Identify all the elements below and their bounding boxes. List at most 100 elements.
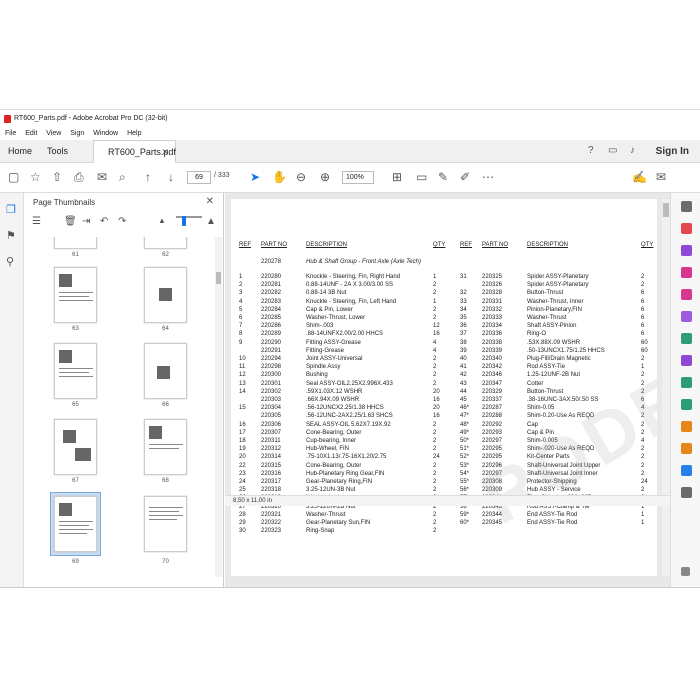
next-page-icon[interactable]: ↓ bbox=[168, 170, 174, 184]
page-fit-icon[interactable]: ⊞ bbox=[392, 170, 402, 184]
delete-page-icon[interactable]: 🗑 bbox=[64, 216, 77, 227]
options-menu-icon[interactable]: ☰ bbox=[32, 216, 41, 227]
left-row-24-part: 220316 bbox=[261, 470, 282, 477]
chat-icon[interactable]: ▭ bbox=[608, 145, 617, 156]
right-row-7-part: 220336 bbox=[482, 331, 503, 338]
thumbnail-65[interactable] bbox=[54, 343, 97, 399]
upload-icon[interactable]: ⇧ bbox=[52, 170, 62, 184]
more-tools-icon[interactable]: ⋯ bbox=[482, 170, 494, 184]
redo-icon[interactable]: ↷ bbox=[118, 216, 126, 227]
search-tool-icon[interactable] bbox=[681, 201, 692, 212]
redact-icon[interactable] bbox=[681, 355, 692, 366]
comment-tool-icon[interactable] bbox=[681, 289, 692, 300]
prev-page-icon[interactable]: ↑ bbox=[145, 170, 151, 184]
extract-page-icon[interactable]: ⇥ bbox=[82, 216, 90, 227]
right-row-22-ref: 52* bbox=[460, 454, 470, 461]
left-row-12-part: 220300 bbox=[261, 372, 282, 379]
bell-icon[interactable]: ♪ bbox=[630, 145, 635, 156]
sign-icon[interactable]: ✍ bbox=[632, 170, 647, 184]
thumbnail-64[interactable] bbox=[144, 267, 187, 323]
zoom-in-icon[interactable]: ⊕ bbox=[320, 170, 330, 184]
bookmark-icon[interactable]: ⚑ bbox=[6, 229, 16, 242]
thumbnail-63[interactable] bbox=[54, 267, 97, 323]
thumbnail-68[interactable] bbox=[144, 419, 187, 475]
left-row-20-desc: Cup-bearing, Inner bbox=[306, 438, 357, 444]
menu-edit[interactable]: Edit bbox=[25, 130, 37, 137]
right-row-0-ref: 31 bbox=[460, 274, 467, 280]
thumbnail-70[interactable] bbox=[144, 496, 187, 552]
right-row-15-ref: 45 bbox=[460, 397, 467, 403]
thumbnail-62[interactable] bbox=[144, 237, 187, 249]
combine-files-icon[interactable] bbox=[681, 311, 692, 322]
tab-home[interactable]: Home bbox=[8, 140, 32, 163]
zoom-level-select[interactable]: 100% bbox=[342, 171, 374, 184]
menu-view[interactable]: View bbox=[46, 130, 61, 137]
document-scrollbar-thumb[interactable] bbox=[663, 203, 669, 217]
pen-icon[interactable]: ✎ bbox=[438, 170, 448, 184]
star-icon[interactable]: ☆ bbox=[30, 170, 41, 184]
left-row-9-qty: 4 bbox=[433, 347, 437, 354]
export-pdf-icon[interactable] bbox=[681, 223, 692, 234]
menu-window[interactable]: Window bbox=[93, 130, 118, 137]
right-row-23-desc: Shaft-Universal Joint Upper bbox=[527, 462, 601, 469]
save-icon[interactable]: ▢ bbox=[8, 170, 19, 184]
right-row-5-ref: 35 bbox=[460, 315, 467, 321]
thumbnail-69[interactable] bbox=[54, 496, 97, 552]
zoom-out-icon[interactable]: ⊖ bbox=[296, 170, 306, 184]
left-row-21-qty: 2 bbox=[433, 446, 437, 453]
left-row-14-desc: .59X1.03X.12 WSHR bbox=[306, 388, 363, 395]
close-panel-icon[interactable]: ✕ bbox=[206, 196, 214, 207]
tab-document[interactable]: RT600_Parts.pdf ✕ bbox=[93, 140, 176, 163]
help-icon[interactable]: ? bbox=[588, 145, 594, 156]
thumbnail-size-slider-knob[interactable] bbox=[182, 216, 186, 226]
right-row-10-part: 220340 bbox=[482, 356, 503, 362]
thumbnail-scrollbar-thumb[interactable] bbox=[216, 272, 221, 284]
undo-icon[interactable]: ↶ bbox=[100, 216, 108, 227]
create-pdf-icon[interactable] bbox=[681, 245, 692, 256]
header-part-left: PART NO bbox=[261, 242, 288, 248]
share-email-icon[interactable]: ✉ bbox=[656, 170, 666, 184]
right-row-26-qty: 2 bbox=[641, 487, 645, 494]
page-thumbnails-icon[interactable]: ❐ bbox=[6, 203, 16, 216]
highlight-icon[interactable]: ✐ bbox=[460, 170, 470, 184]
left-row-29-qty: 2 bbox=[433, 511, 437, 518]
right-row-24-qty: 2 bbox=[641, 470, 645, 477]
left-row-19-part: 220307 bbox=[261, 429, 282, 436]
attachment-icon[interactable]: ⚲ bbox=[6, 255, 14, 268]
thumbnail-size-slider[interactable] bbox=[176, 216, 202, 218]
header-qty-right: QTY bbox=[641, 242, 654, 248]
page-number-input[interactable]: 69 bbox=[187, 171, 211, 184]
sign-in-button[interactable]: Sign In bbox=[656, 140, 689, 163]
thumbnail-67[interactable] bbox=[54, 419, 97, 475]
collapse-rail-icon[interactable] bbox=[681, 567, 690, 576]
right-row-0-desc: Spider ASSY-Planetary bbox=[527, 274, 589, 280]
thumbnail-61[interactable] bbox=[54, 237, 97, 249]
organize-pages-icon[interactable] bbox=[681, 333, 692, 344]
select-cursor-icon[interactable]: ➤ bbox=[250, 170, 260, 184]
tab-tools[interactable]: Tools bbox=[47, 140, 68, 163]
menu-file[interactable]: File bbox=[5, 130, 16, 137]
scan-ocr-icon[interactable] bbox=[681, 377, 692, 388]
right-row-18-qty: 2 bbox=[641, 421, 645, 428]
email-icon[interactable]: ✉ bbox=[97, 170, 107, 184]
right-row-25-part: 220308 bbox=[482, 479, 503, 485]
hand-tool-icon[interactable]: ✋ bbox=[272, 170, 287, 184]
certificates-icon[interactable] bbox=[681, 465, 692, 476]
send-comment-icon[interactable] bbox=[681, 443, 692, 454]
print-icon[interactable]: ⎙ bbox=[74, 170, 84, 184]
edit-pdf-icon[interactable] bbox=[681, 267, 692, 278]
fill-sign-icon[interactable] bbox=[681, 421, 692, 432]
right-row-21-ref: 51* bbox=[460, 446, 470, 453]
protect-icon[interactable] bbox=[681, 399, 692, 410]
right-row-3-qty: 6 bbox=[641, 298, 645, 305]
more-tools-wrench-icon[interactable] bbox=[681, 487, 692, 498]
menu-sign[interactable]: Sign bbox=[70, 130, 84, 137]
thumbnail-66[interactable] bbox=[144, 343, 187, 399]
document-scrollbar[interactable] bbox=[662, 199, 670, 576]
thumbnail-scrollbar[interactable] bbox=[215, 237, 222, 577]
comment-icon[interactable]: ▭ bbox=[416, 170, 427, 184]
close-tab-icon[interactable]: ✕ bbox=[161, 141, 169, 164]
menu-help[interactable]: Help bbox=[127, 130, 141, 137]
search-icon[interactable]: ⌕ bbox=[119, 170, 126, 184]
right-row-9-qty: 60 bbox=[641, 347, 648, 354]
